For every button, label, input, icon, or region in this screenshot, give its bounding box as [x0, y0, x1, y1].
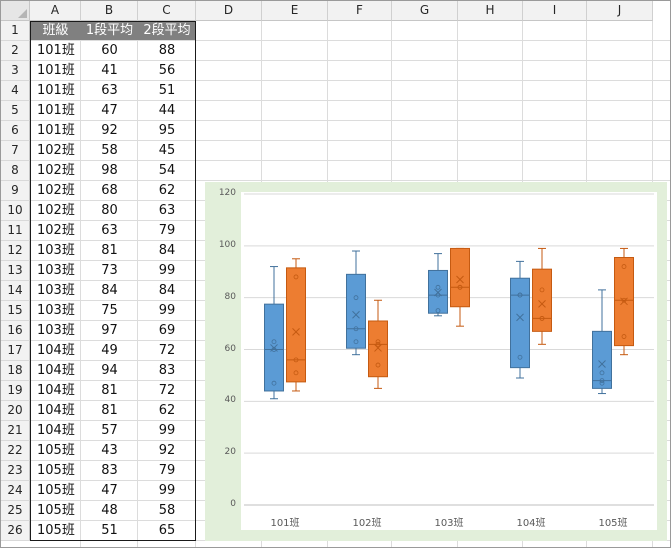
box-rect — [532, 268, 552, 332]
y-tick-label: 60 — [224, 343, 236, 354]
box-rect — [286, 267, 306, 383]
box-rect — [510, 277, 530, 369]
spreadsheet-window: ABCDEFGHIJ 1 2 3 4 5 6 7 8 9 10 11 12 13 14 15 16 17 18 19… — [0, 0, 671, 548]
box-whisker-chart[interactable] — [1, 1, 671, 548]
box-rect — [346, 273, 366, 349]
y-tick-label: 40 — [224, 395, 236, 406]
y-tick-label: 100 — [218, 239, 236, 250]
x-category-label: 103班 — [434, 518, 464, 529]
box-rect — [592, 330, 612, 389]
x-category-label: 102班 — [352, 518, 382, 529]
y-tick-label: 120 — [218, 188, 236, 198]
x-category-label: 104班 — [516, 518, 546, 529]
box-rect — [450, 247, 470, 308]
x-category-label: 105班 — [598, 518, 628, 529]
x-category-label: 101班 — [270, 518, 300, 529]
y-tick-label: 20 — [224, 447, 236, 458]
y-tick-label: 80 — [224, 291, 236, 302]
y-tick-label: 0 — [230, 499, 236, 509]
box-rect — [368, 320, 388, 378]
